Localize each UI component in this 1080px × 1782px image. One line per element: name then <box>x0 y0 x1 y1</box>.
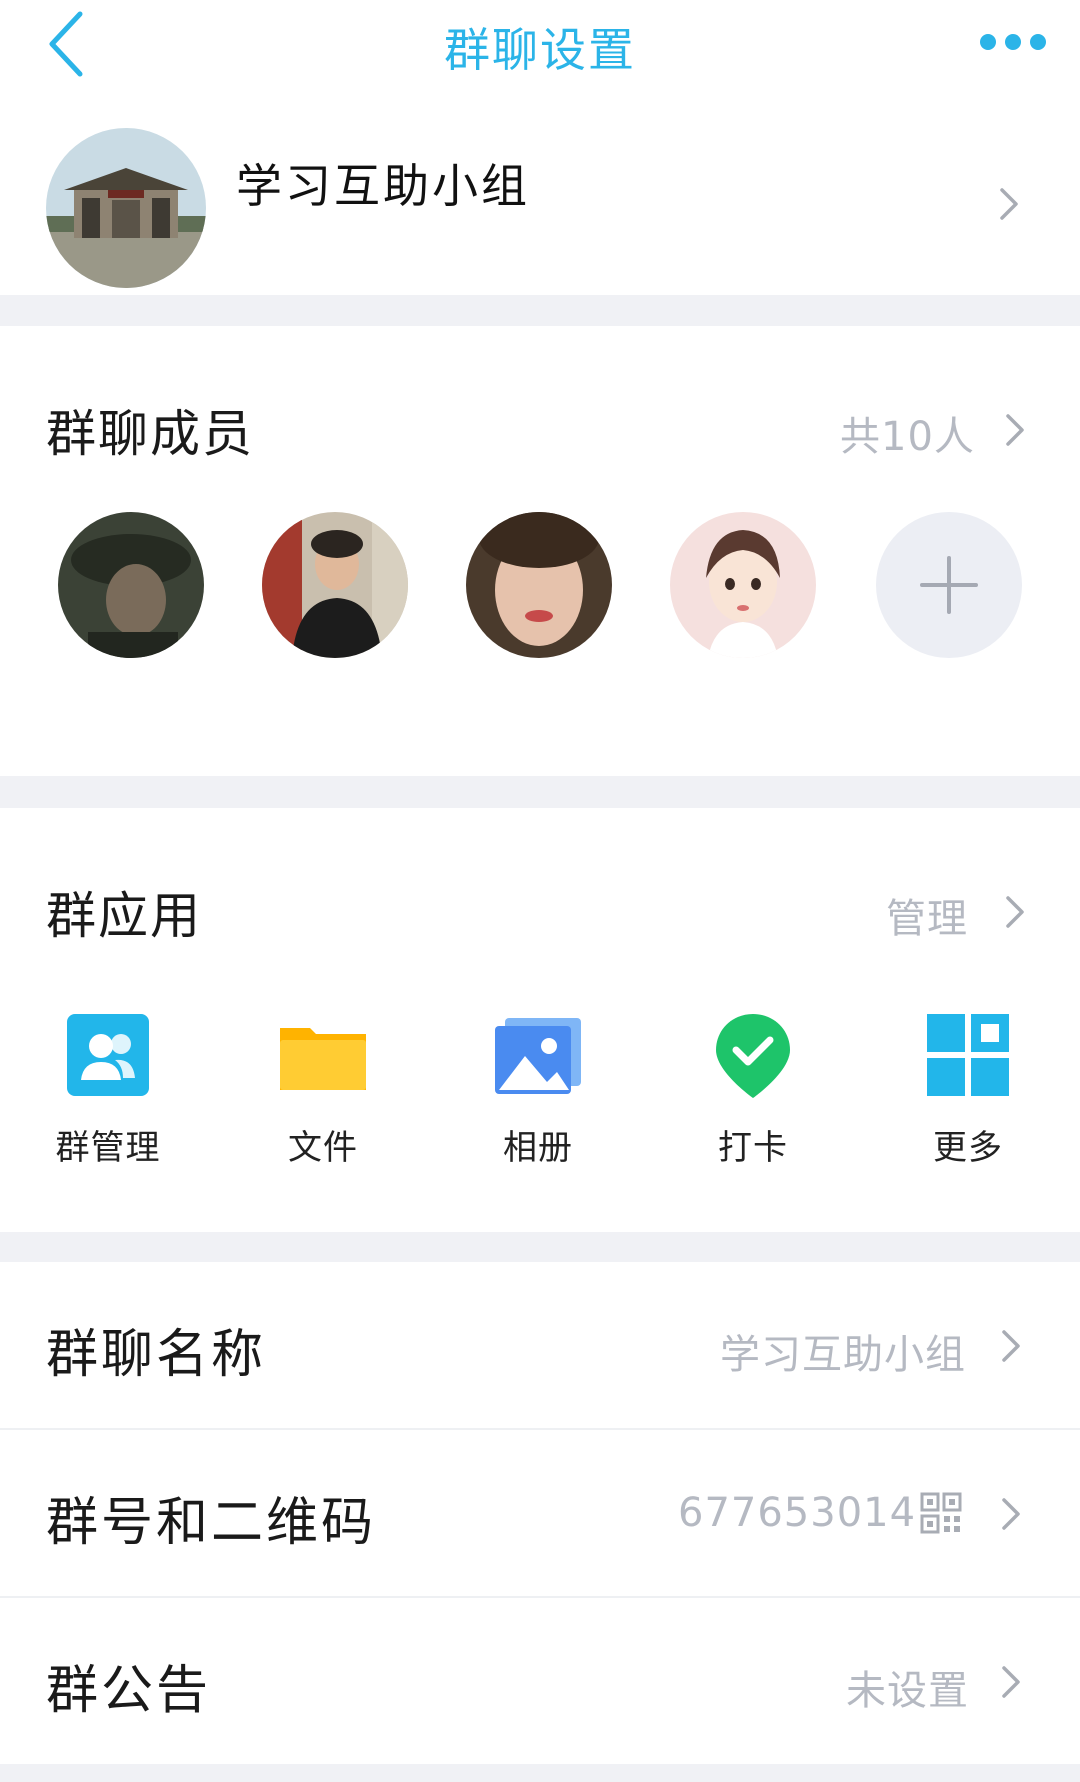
member-avatar[interactable] <box>466 512 612 658</box>
app-check-in[interactable]: 打卡 <box>683 1010 823 1169</box>
plus-icon <box>920 556 978 614</box>
row-title: 群号和二维码 <box>46 1493 377 1553</box>
member-avatar-image <box>670 512 816 658</box>
group-avatar <box>46 128 206 288</box>
app-label: 相册 <box>503 1128 573 1168</box>
app-label: 打卡 <box>718 1128 788 1168</box>
member-avatar-image <box>262 512 408 658</box>
apps-manage-link[interactable]: 管理 <box>886 886 968 944</box>
chevron-right-icon <box>1000 188 1018 220</box>
member-avatar-image <box>466 512 612 658</box>
group-profile-row[interactable]: 学习互助小组 <box>0 90 1080 295</box>
check-in-icon <box>716 1014 790 1098</box>
app-more[interactable]: 更多 <box>898 1010 1038 1169</box>
add-member-button[interactable] <box>876 512 1022 658</box>
group-avatar-gate-image <box>46 128 206 288</box>
chevron-right-icon <box>1002 1498 1020 1530</box>
row-group-notice[interactable]: 群公告 未设置 <box>0 1598 1080 1764</box>
group-manage-icon <box>67 1014 149 1096</box>
members-title: 群聊成员 <box>46 405 254 463</box>
app-label: 文件 <box>288 1128 358 1168</box>
group-name: 学习互助小组 <box>236 159 530 213</box>
row-value: 学习互助小组 <box>720 1332 966 1378</box>
row-title: 群聊名称 <box>46 1325 267 1385</box>
more-dots-icon <box>980 34 1046 50</box>
chevron-right-icon[interactable] <box>1004 894 1026 930</box>
folder-icon <box>280 1028 366 1090</box>
app-group-manage[interactable]: 群管理 <box>38 1010 178 1169</box>
member-avatar[interactable] <box>58 512 204 658</box>
navbar: 群聊设置 <box>0 0 1080 90</box>
member-avatar-image <box>58 512 204 658</box>
app-label: 更多 <box>933 1128 1003 1168</box>
row-title: 群公告 <box>46 1661 212 1721</box>
row-group-number[interactable]: 群号和二维码 677653014 <box>0 1430 1080 1596</box>
chevron-right-icon <box>1002 1666 1020 1698</box>
qr-code-icon <box>920 1492 962 1534</box>
row-value: 未设置 <box>846 1668 969 1714</box>
app-label: 群管理 <box>55 1128 161 1168</box>
chevron-right-icon[interactable] <box>1004 412 1026 448</box>
apps-title: 群应用 <box>46 887 202 945</box>
app-album[interactable]: 相册 <box>468 1010 608 1169</box>
member-count[interactable]: 共10人 <box>840 404 975 462</box>
group-number: 677653014 <box>678 1490 917 1536</box>
app-files[interactable]: 文件 <box>253 1010 393 1169</box>
row-group-name[interactable]: 群聊名称 学习互助小组 <box>0 1262 1080 1428</box>
group-settings-screen: 群聊设置 学习互助小组 群聊成员 共10人 群应用 管理 群管理 文件 相册 打… <box>0 0 1080 1782</box>
member-avatar[interactable] <box>670 512 816 658</box>
page-title: 群聊设置 <box>444 23 636 77</box>
more-button[interactable] <box>978 30 1048 54</box>
chevron-right-icon <box>1002 1330 1020 1362</box>
member-avatar[interactable] <box>262 512 408 658</box>
more-grid-icon <box>927 1014 1009 1096</box>
photo-album-icon <box>495 1018 581 1094</box>
